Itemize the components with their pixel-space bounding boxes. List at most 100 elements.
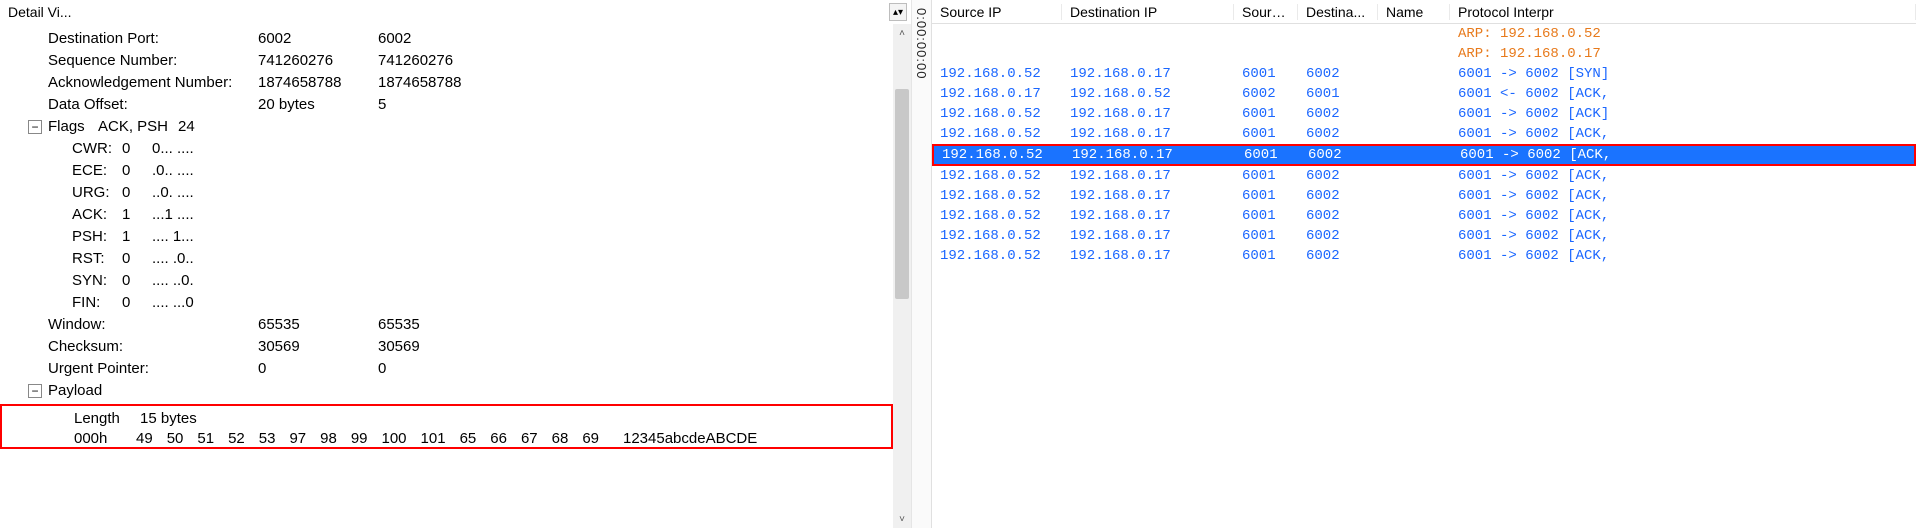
row-destination-port[interactable]: Destination Port: 6002 6002 (0, 28, 893, 50)
cell-protocol: ARP: 192.168.0.52 (1450, 26, 1916, 42)
row-urgent-pointer[interactable]: Urgent Pointer: 0 0 (0, 358, 893, 380)
hex-offset: 000h (74, 430, 122, 447)
cell-source-port: 6001 (1234, 66, 1298, 82)
cell-dest-ip: 192.168.0.17 (1062, 168, 1234, 184)
hex-byte: 98 (320, 430, 337, 447)
header-destination-ip[interactable]: Destination IP (1062, 4, 1234, 20)
packet-row[interactable]: 192.168.0.17192.168.0.52600260016001 <- … (932, 84, 1916, 104)
row-flag-fin[interactable]: FIN:0.... ...0 (0, 292, 893, 314)
scroll-thumb[interactable] (895, 89, 909, 300)
cell-dest-port: 6002 (1298, 208, 1378, 224)
cell-dest-ip: 192.168.0.17 (1062, 248, 1234, 264)
row-flag-ece[interactable]: ECE:0.0.. .... (0, 160, 893, 182)
packet-row[interactable]: 192.168.0.52192.168.0.17600160026001 -> … (932, 124, 1916, 144)
cell-source-ip: 192.168.0.52 (932, 208, 1062, 224)
cell-protocol: 6001 <- 6002 [ACK, (1450, 86, 1916, 102)
packet-row[interactable]: 192.168.0.52192.168.0.17600160026001 -> … (932, 166, 1916, 186)
collapse-icon[interactable]: − (28, 120, 42, 134)
time-ruler: 0:00:00:00 (912, 0, 932, 528)
row-flags[interactable]: − Flags ACK, PSH 24 (0, 116, 893, 138)
cell-source-port: 6001 (1234, 228, 1298, 244)
header-source-ip[interactable]: Source IP (932, 4, 1062, 20)
packet-row[interactable]: ARP: 192.168.0.52 (932, 24, 1916, 44)
packet-row[interactable]: 192.168.0.52192.168.0.17600160026001 -> … (932, 186, 1916, 206)
hex-byte: 67 (521, 430, 538, 447)
detail-tree: Destination Port: 6002 6002 Sequence Num… (0, 24, 893, 528)
header-dest-port[interactable]: Destina... (1298, 4, 1378, 20)
cell-source-ip: 192.168.0.17 (932, 86, 1062, 102)
cell-dest-port: 6001 (1298, 86, 1378, 102)
row-payload[interactable]: − Payload (0, 380, 893, 402)
packet-row[interactable]: ARP: 192.168.0.17 (932, 44, 1916, 64)
hex-byte: 50 (167, 430, 184, 447)
detail-view-title: Detail Vi... (8, 4, 889, 20)
cell-protocol: 6001 -> 6002 [ACK, (1450, 168, 1916, 184)
cell-dest-ip: 192.168.0.17 (1062, 106, 1234, 122)
cell-dest-port: 6002 (1298, 168, 1378, 184)
time-label: 0:00:00:00 (914, 8, 929, 79)
header-protocol[interactable]: Protocol Interpr (1450, 4, 1916, 20)
cell-source-port: 6001 (1234, 248, 1298, 264)
collapse-icon[interactable]: − (28, 384, 42, 398)
detail-scrollbar[interactable]: ˄ ˅ (893, 24, 911, 528)
cell-dest-ip: 192.168.0.17 (1062, 66, 1234, 82)
cell-source-ip: 192.168.0.52 (932, 228, 1062, 244)
cell-source-ip: 192.168.0.52 (932, 168, 1062, 184)
cell-dest-port: 6002 (1300, 147, 1380, 163)
cell-dest-ip: 192.168.0.17 (1062, 188, 1234, 204)
packet-row[interactable]: 192.168.0.52192.168.0.1760016002 6001 -> … (932, 64, 1916, 84)
row-flag-syn[interactable]: SYN:0.... ..0. (0, 270, 893, 292)
cell-dest-ip: 192.168.0.17 (1062, 126, 1234, 142)
packet-row[interactable]: 192.168.0.52192.168.0.17600160026001 -> … (932, 144, 1916, 166)
cell-protocol: 6001 -> 6002 [SYN] (1450, 66, 1916, 82)
cell-protocol: 6001 -> 6002 [ACK, (1450, 248, 1916, 264)
row-length[interactable]: Length 15 bytes (2, 408, 891, 430)
hex-byte: 49 (136, 430, 153, 447)
row-sequence-number[interactable]: Sequence Number: 741260276 741260276 (0, 50, 893, 72)
row-flag-ack[interactable]: ACK:1...1 .... (0, 204, 893, 226)
row-checksum[interactable]: Checksum: 30569 30569 (0, 336, 893, 358)
row-flag-urg[interactable]: URG:0..0. .... (0, 182, 893, 204)
hex-byte: 65 (460, 430, 477, 447)
cell-dest-port: 6002 (1298, 106, 1378, 122)
scroll-track[interactable] (893, 42, 911, 510)
hex-byte: 100 (382, 430, 407, 447)
cell-source-ip: 192.168.0.52 (932, 248, 1062, 264)
cell-dest-port: 6002 (1298, 66, 1378, 82)
row-ack-number[interactable]: Acknowledgement Number: 1874658788 18746… (0, 72, 893, 94)
panel-spinner-button[interactable]: ▴▾ (889, 3, 907, 21)
row-window[interactable]: Window: 65535 65535 (0, 314, 893, 336)
packet-row[interactable]: 192.168.0.52192.168.0.17600160026001 -> … (932, 226, 1916, 246)
cell-source-port: 6001 (1236, 147, 1300, 163)
row-flag-cwr[interactable]: CWR:00... .... (0, 138, 893, 160)
row-flag-rst[interactable]: RST:0.... .0.. (0, 248, 893, 270)
scroll-up-icon[interactable]: ˄ (893, 24, 911, 42)
cell-source-ip: 192.168.0.52 (932, 66, 1062, 82)
packet-row[interactable]: 192.168.0.52192.168.0.1760016002 6001 -> … (932, 246, 1916, 266)
row-flag-psh[interactable]: PSH:1.... 1... (0, 226, 893, 248)
cell-source-port: 6001 (1234, 126, 1298, 142)
header-source-port[interactable]: Sourc... (1234, 4, 1298, 20)
scroll-down-icon[interactable]: ˅ (893, 510, 911, 528)
cell-source-port: 6002 (1234, 86, 1298, 102)
cell-protocol: ARP: 192.168.0.17 (1450, 46, 1916, 62)
cell-dest-port: 6002 (1298, 228, 1378, 244)
row-data-offset[interactable]: Data Offset: 20 bytes 5 (0, 94, 893, 116)
hex-byte: 68 (552, 430, 569, 447)
row-hex-dump[interactable]: 000h 49 50 51 52 53 97 98 99 100 101 65 … (2, 430, 891, 447)
packet-list-header: Source IP Destination IP Sourc... Destin… (932, 0, 1916, 24)
header-name[interactable]: Name (1378, 4, 1450, 20)
cell-source-ip: 192.168.0.52 (932, 106, 1062, 122)
packet-row[interactable]: 192.168.0.52192.168.0.17600160026001 -> … (932, 104, 1916, 124)
packet-row[interactable]: 192.168.0.52192.168.0.17600160026001 -> … (932, 206, 1916, 226)
cell-dest-ip: 192.168.0.17 (1062, 208, 1234, 224)
cell-protocol: 6001 -> 6002 [ACK, (1450, 208, 1916, 224)
detail-view-panel: Detail Vi... ▴▾ Destination Port: 6002 6… (0, 0, 912, 528)
hex-byte: 66 (490, 430, 507, 447)
packet-list-panel: Source IP Destination IP Sourc... Destin… (932, 0, 1916, 528)
detail-view-titlebar: Detail Vi... ▴▾ (0, 0, 911, 24)
cell-source-ip: 192.168.0.52 (932, 126, 1062, 142)
cell-dest-port: 6002 (1298, 248, 1378, 264)
cell-dest-port: 6002 (1298, 188, 1378, 204)
hex-byte: 97 (289, 430, 306, 447)
